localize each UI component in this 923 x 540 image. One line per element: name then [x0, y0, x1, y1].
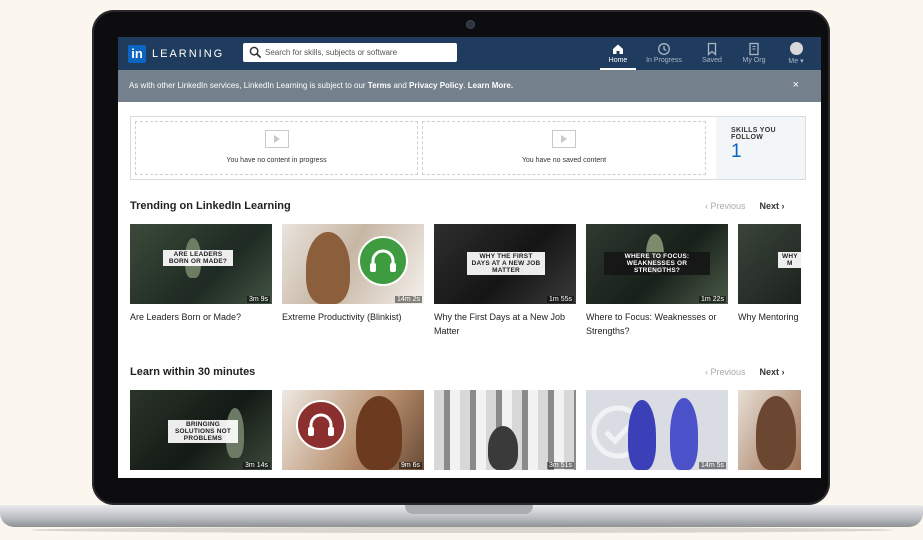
duration-badge: 9m 6s: [398, 462, 422, 469]
saved-empty-text: You have no saved content: [521, 157, 607, 164]
home-icon: [613, 44, 623, 54]
building-icon: [749, 42, 759, 56]
linkedin-logo-icon[interactable]: in: [128, 45, 146, 63]
course-card[interactable]: WHERE TO FOCUS: WEAKNESSES OR STRENGTHS?…: [586, 224, 728, 338]
duration-badge: 1m 55s: [547, 296, 574, 303]
next-button[interactable]: Next ›: [760, 201, 785, 211]
course-thumbnail[interactable]: WHY M: [738, 224, 801, 304]
notice-text: As with other LinkedIn services, LinkedI…: [129, 81, 513, 90]
course-title[interactable]: Why Mentoring: [738, 310, 821, 324]
course-card[interactable]: 3m 51s: [434, 390, 576, 470]
notice-prefix: As with other LinkedIn services, LinkedI…: [129, 81, 368, 90]
course-thumbnail[interactable]: WHERE TO FOCUS: WEAKNESSES OR STRENGTHS?…: [586, 224, 728, 304]
course-card[interactable]: [738, 390, 821, 470]
search-bar[interactable]: [243, 43, 457, 62]
previous-button[interactable]: ‹ Previous: [705, 367, 746, 377]
duration-badge: 14m 5s: [699, 462, 726, 469]
search-input[interactable]: [265, 43, 453, 62]
headphones-icon: [358, 236, 408, 286]
terms-notice-bar: As with other LinkedIn services, LinkedI…: [118, 70, 821, 102]
duration-badge: 3m 9s: [246, 296, 270, 303]
nav-me-label: Me ▾: [788, 58, 804, 65]
course-title[interactable]: Why the First Days at a New Job Matter: [434, 310, 576, 338]
course-card[interactable]: WHY THE FIRST DAYS AT A NEW JOB MATTER 1…: [434, 224, 576, 338]
thumbnail-caption: BRINGING SOLUTIONS NOT PROBLEMS: [168, 420, 238, 443]
nav-my-org-label: My Org: [742, 57, 766, 64]
top-navbar: in LEARNING Home In Progress Saved My Or…: [118, 37, 821, 70]
course-title[interactable]: Where to Focus: Weaknesses or Strengths?: [586, 310, 728, 338]
privacy-policy-link[interactable]: Privacy Policy: [409, 81, 463, 90]
course-card[interactable]: 9m 6s: [282, 390, 424, 470]
nav-my-org[interactable]: My Org: [732, 40, 776, 70]
play-icon: [265, 130, 289, 148]
clock-icon: [658, 43, 670, 55]
brand-name[interactable]: LEARNING: [152, 48, 224, 60]
section-title: Learn within 30 minutes: [130, 366, 256, 378]
headphones-icon: [296, 400, 346, 450]
duration-badge: 3m 14s: [243, 462, 270, 469]
notice-and: and: [391, 81, 410, 90]
in-progress-empty-text: You have no content in progress: [226, 157, 327, 164]
webcam: [466, 20, 475, 29]
nav-me[interactable]: Me ▾: [774, 40, 818, 70]
course-thumbnail[interactable]: BRINGING SOLUTIONS NOT PROBLEMS 3m 14s: [130, 390, 272, 470]
nav-saved[interactable]: Saved: [690, 40, 734, 70]
course-thumbnail[interactable]: [738, 390, 801, 470]
course-thumbnail[interactable]: 3m 51s: [434, 390, 576, 470]
search-icon[interactable]: [249, 46, 262, 59]
thumbnail-caption: WHY THE FIRST DAYS AT A NEW JOB MATTER: [467, 252, 545, 275]
skills-you-follow-panel[interactable]: SKILLS YOU FOLLOW 1: [716, 117, 805, 179]
terms-link[interactable]: Terms: [368, 81, 391, 90]
course-thumbnail[interactable]: ARE LEADERS BORN OR MADE? 3m 9s: [130, 224, 272, 304]
duration-badge: 3m 51s: [547, 462, 574, 469]
screen: in LEARNING Home In Progress Saved My Or…: [118, 37, 821, 478]
nav-in-progress-label: In Progress: [646, 57, 682, 64]
section-title: Trending on LinkedIn Learning: [130, 200, 291, 212]
skills-count[interactable]: 1: [731, 141, 742, 163]
thumbnail-caption: ARE LEADERS BORN OR MADE?: [163, 250, 233, 266]
close-icon[interactable]: ×: [793, 79, 799, 91]
avatar[interactable]: [789, 42, 803, 55]
course-card[interactable]: 14m 5s: [586, 390, 728, 470]
nav-home-label: Home: [608, 57, 628, 64]
pager: ‹ Previous Next ›: [705, 201, 785, 211]
status-panels: You have no content in progress You have…: [130, 116, 806, 180]
nav-in-progress[interactable]: In Progress: [642, 40, 686, 70]
laptop-notch: [405, 505, 533, 514]
skills-title: SKILLS YOU FOLLOW: [731, 127, 776, 141]
in-progress-empty-panel: You have no content in progress: [135, 121, 418, 175]
course-thumbnail[interactable]: 14m 2s: [282, 224, 424, 304]
learn-more-link[interactable]: Learn More.: [468, 81, 513, 90]
thumbnail-caption: WHERE TO FOCUS: WEAKNESSES OR STRENGTHS?: [604, 252, 710, 275]
course-card[interactable]: WHY M Why Mentoring: [738, 224, 821, 324]
next-button[interactable]: Next ›: [760, 367, 785, 377]
duration-badge: 14m 2s: [395, 296, 422, 303]
bookmark-icon: [707, 42, 717, 56]
course-card[interactable]: ARE LEADERS BORN OR MADE? 3m 9s Are Lead…: [130, 224, 272, 324]
course-thumbnail[interactable]: WHY THE FIRST DAYS AT A NEW JOB MATTER 1…: [434, 224, 576, 304]
duration-badge: 1m 22s: [699, 296, 726, 303]
nav-saved-label: Saved: [702, 57, 722, 64]
previous-button[interactable]: ‹ Previous: [705, 201, 746, 211]
pager: ‹ Previous Next ›: [705, 367, 785, 377]
course-title[interactable]: Are Leaders Born or Made?: [130, 310, 272, 324]
course-thumbnail[interactable]: 14m 5s: [586, 390, 728, 470]
nav-home[interactable]: Home: [596, 40, 640, 70]
course-card[interactable]: 14m 2s Extreme Productivity (Blinkist): [282, 224, 424, 324]
saved-empty-panel: You have no saved content: [422, 121, 706, 175]
course-card[interactable]: BRINGING SOLUTIONS NOT PROBLEMS 3m 14s: [130, 390, 272, 470]
thumbnail-caption: WHY M: [778, 252, 801, 268]
course-thumbnail[interactable]: 9m 6s: [282, 390, 424, 470]
course-title[interactable]: Extreme Productivity (Blinkist): [282, 310, 424, 324]
laptop-shadow: [30, 527, 893, 533]
play-icon: [552, 130, 576, 148]
